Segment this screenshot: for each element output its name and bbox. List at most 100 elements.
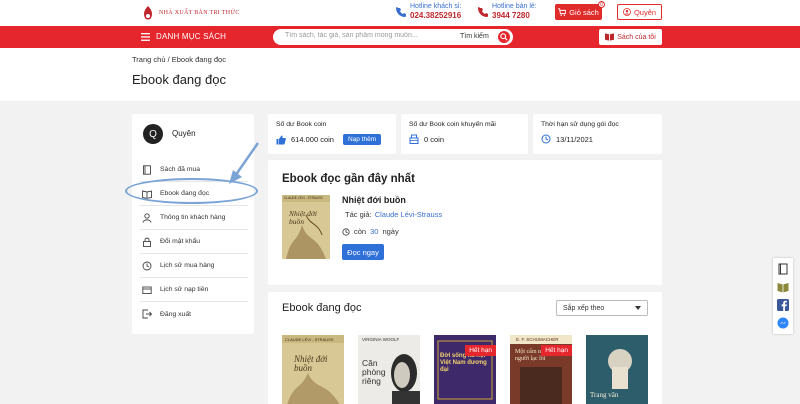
sidebar-item-logout[interactable]: Đăng xuất <box>140 302 248 326</box>
cart-button[interactable]: Giỏ sách <box>555 4 602 20</box>
ebook-cover-2[interactable]: VIRGINIA WOOLF Căn phòng riêng <box>358 335 420 404</box>
recent-ebook-section: Ebook đọc gần đây nhất CLAUDE LÉVI - STR… <box>268 160 662 285</box>
cart-icon <box>558 8 567 16</box>
history-icon <box>142 261 152 270</box>
messenger-icon[interactable] <box>777 317 789 329</box>
cart-label: Giỏ sách <box>569 7 599 17</box>
avatar: Q <box>143 124 163 144</box>
search-button[interactable] <box>496 29 512 45</box>
stat-card-balance: Số dư Book coin 614.000 coin Nạp thêm <box>268 114 396 154</box>
stat-card-subscription: Thời hạn sử dụng gói đọc 13/11/2021 <box>533 114 662 154</box>
clock-icon <box>541 134 551 144</box>
reading-ebooks-section: Ebook đang đọc Sắp xếp theo CLAUDE LÉVI … <box>268 292 662 404</box>
sidebar-item-label: Đổi mật khẩu <box>160 238 201 245</box>
remaining-prefix: còn <box>354 227 367 236</box>
expired-badge: Hết hạn <box>541 345 572 356</box>
sidebar-item-topup-history[interactable]: Lịch sử nạp tiền <box>140 278 248 302</box>
sidebar-item-label: Lịch sử mua hàng <box>160 262 215 269</box>
cover-top-text: E. F. SCHUMACHER <box>516 337 559 342</box>
stat-card-promo-balance: Số dư Book coin khuyến mãi 0 coin <box>401 114 528 154</box>
annotation-arrow-icon <box>229 142 260 184</box>
wallet-icon <box>142 286 152 294</box>
expired-badge: Hết hạn <box>465 345 496 356</box>
section-heading: Ebook đang đọc <box>282 302 362 314</box>
clock-icon <box>342 227 350 236</box>
author-label: Tác giả: <box>345 210 372 219</box>
stat-label: Số dư Book coin khuyến mãi <box>409 121 496 128</box>
sidebar-item-label: Lịch sử nạp tiền <box>160 286 209 293</box>
cover-art <box>282 195 330 259</box>
logout-icon <box>142 309 152 319</box>
sort-dropdown[interactable]: Sắp xếp theo <box>556 300 648 316</box>
user-circle-icon <box>623 8 631 16</box>
cover-top-text: CLAUDE LÉVI - STRAUSS <box>285 337 334 342</box>
breadcrumb[interactable]: Trang chủ / Ebook đang đọc <box>132 55 226 64</box>
book-icon[interactable] <box>777 263 789 275</box>
cover-title-text: Đời sống xã hội Việt Nam đương đại <box>440 353 487 373</box>
ebook-cover-1[interactable]: CLAUDE LÉVI - STRAUSS Nhiệt đới buồn <box>282 335 344 404</box>
sidebar-username: Quyên <box>172 129 196 138</box>
phone-icon <box>396 6 406 17</box>
thumbs-up-icon <box>276 135 286 144</box>
sidebar-item-customer-info[interactable]: Thông tin khách hàng <box>140 206 248 230</box>
search-bar: Tìm kiếm <box>273 29 513 45</box>
remaining-time: còn 30 ngày <box>342 227 399 236</box>
cover-author-text: CLAUDE LÉVI - STRAUSS <box>284 196 323 200</box>
book-icon <box>143 164 151 175</box>
section-heading: Ebook đọc gần đây nhất <box>282 173 415 185</box>
sidebar-item-label: Đăng xuất <box>160 310 191 318</box>
cover-title-text: Căn phòng riêng <box>362 358 386 386</box>
stat-value: 13/11/2021 <box>556 134 593 144</box>
category-menu-label: DANH MỤC SÁCH <box>156 32 227 41</box>
search-button-label[interactable]: Tìm kiếm <box>460 33 489 40</box>
stat-label: Số dư Book coin <box>276 121 327 128</box>
cover-title-text: Nhiệt đới buồn <box>289 209 317 226</box>
lock-icon <box>143 237 151 247</box>
floating-share-bar <box>773 258 793 334</box>
read-now-button[interactable]: Đọc ngay <box>342 244 384 260</box>
sidebar-item-label: Thông tin khách hàng <box>160 214 226 221</box>
logo-mark-icon <box>144 6 152 20</box>
ebook-cover-5[interactable]: Trang văn <box>586 335 648 404</box>
publisher-logo[interactable]: NHÀ XUẤT BẢN TRI THỨC <box>141 5 240 21</box>
stat-value: 614.000 coin <box>291 135 334 144</box>
cover-top-text: VIRGINIA WOOLF <box>362 337 400 342</box>
stat-label: Thời hạn sử dụng gói đọc <box>541 121 619 128</box>
category-menu-button[interactable]: DANH MỤC SÁCH <box>141 32 226 41</box>
user-account-button[interactable]: Quyên <box>617 4 662 20</box>
cover-title-text: Nhiệt đới buồn <box>294 354 328 373</box>
search-icon <box>500 33 508 41</box>
hotline-customer-label: Hotline khách sỉ: <box>410 3 462 10</box>
cart-count-badge: 0 <box>598 1 605 8</box>
sidebar-item-purchase-history[interactable]: Lịch sử mua hàng <box>140 254 248 278</box>
user-icon <box>142 212 152 223</box>
my-books-button[interactable]: Sách của tôi <box>599 29 662 45</box>
hotline-customer-number[interactable]: 024.38252916 <box>410 11 461 21</box>
chevron-down-icon <box>635 306 641 310</box>
hamburger-icon <box>141 32 150 41</box>
hotline-retail: Hotline bán lẻ: 3944 7280 <box>478 2 537 21</box>
facebook-icon[interactable] <box>777 299 789 311</box>
sidebar-item-label: Sách đã mua <box>160 166 201 173</box>
search-input[interactable] <box>285 32 445 39</box>
author-link[interactable]: Claude Lévi-Strauss <box>375 210 443 219</box>
cash-register-icon <box>409 134 419 144</box>
book-author: Tác giả: Claude Lévi-Strauss <box>345 210 442 219</box>
hotline-customer: Hotline khách sỉ: 024.38252916 <box>396 2 461 21</box>
annotation-highlight-oval <box>125 178 258 204</box>
recent-book-cover[interactable]: CLAUDE LÉVI - STRAUSS Nhiệt đới buồn <box>282 195 330 259</box>
open-book-icon[interactable] <box>777 281 789 293</box>
user-label: Quyên <box>633 7 657 17</box>
hotline-retail-number[interactable]: 3944 7280 <box>492 11 537 21</box>
topup-button[interactable]: Nạp thêm <box>342 134 382 145</box>
remaining-days: 30 <box>370 227 379 236</box>
page-header: Trang chủ / Ebook đang đọc Ebook đang đọ… <box>0 48 800 101</box>
ebook-cover-4[interactable]: E. F. SCHUMACHER Một cẩm nang cho người … <box>510 335 572 404</box>
ebook-cover-3[interactable]: Đời sống xã hội Việt Nam đương đại Hết h… <box>434 335 496 404</box>
sidebar-item-change-password[interactable]: Đổi mật khẩu <box>140 230 248 254</box>
book-title[interactable]: Nhiệt đới buồn <box>342 195 406 205</box>
open-book-icon <box>605 33 615 41</box>
cover-title-text: Trang văn <box>590 391 619 399</box>
hotline-retail-label: Hotline bán lẻ: <box>492 3 537 10</box>
my-books-label: Sách của tôi <box>617 33 656 41</box>
